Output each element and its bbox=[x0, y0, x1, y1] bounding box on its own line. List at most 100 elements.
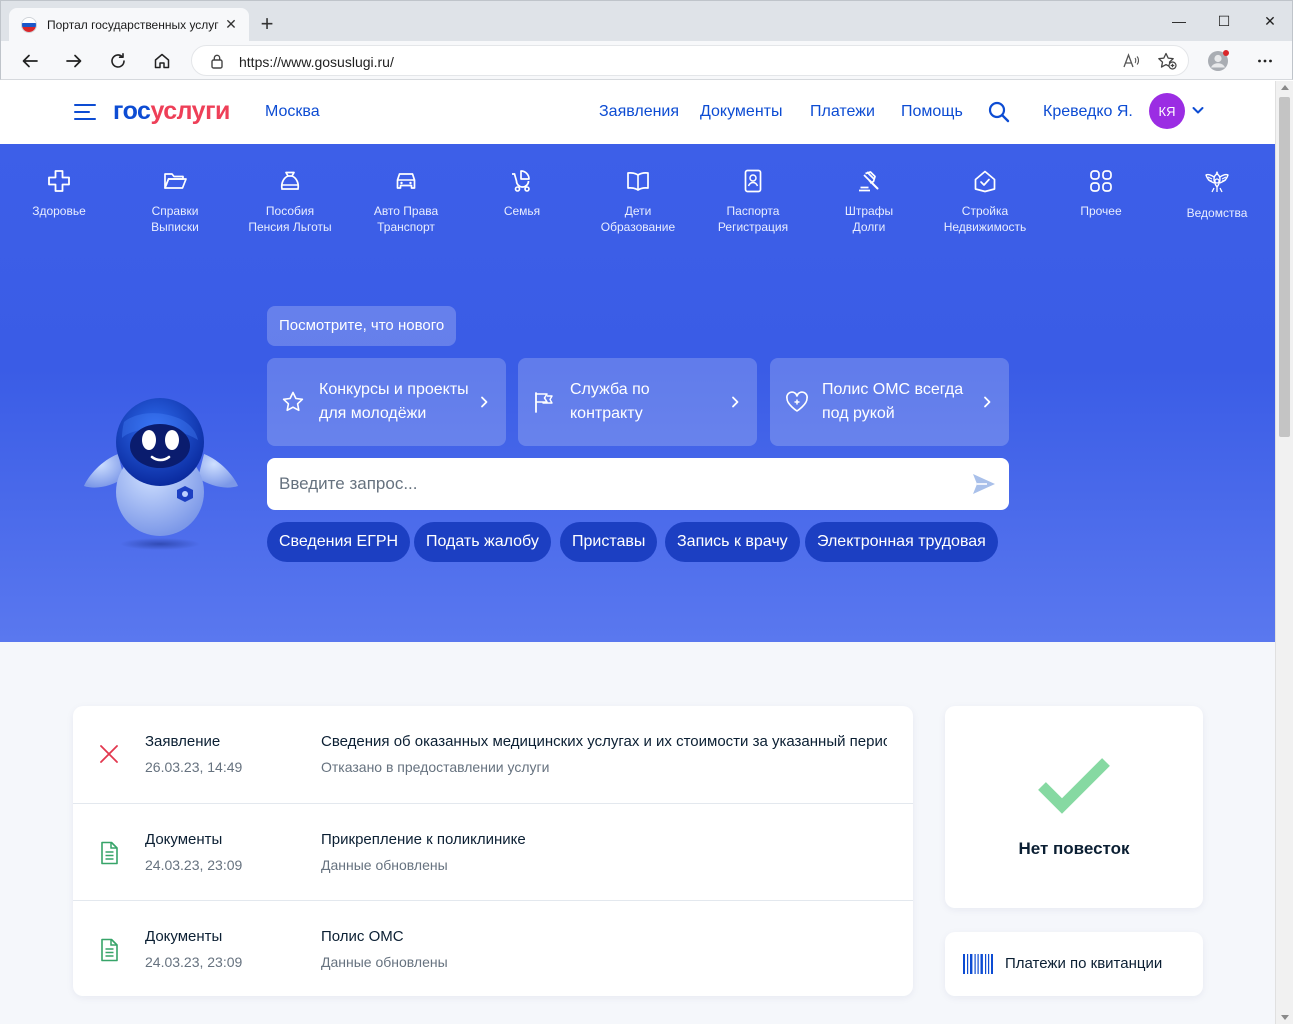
category-fines[interactable]: Штрафы Долги bbox=[811, 168, 927, 235]
document-icon bbox=[101, 938, 118, 962]
nav-documents[interactable]: Документы bbox=[700, 103, 782, 121]
category-certificates[interactable]: Справки Выписки bbox=[117, 168, 233, 235]
book-icon bbox=[627, 171, 649, 191]
url-text[interactable]: https://www.gosuslugi.ru/ bbox=[239, 54, 394, 70]
chevron-down-icon[interactable] bbox=[1191, 103, 1205, 117]
maximize-button[interactable]: ☐ bbox=[1213, 10, 1235, 32]
category-family[interactable]: Семья bbox=[464, 168, 580, 219]
feed-row-type: Документы bbox=[145, 928, 223, 945]
feed-row[interactable]: Документы 24.03.23, 23:09 Прикрепление к… bbox=[73, 803, 913, 900]
browser-tab-strip: Портал государственных услуг Российской … bbox=[0, 0, 1293, 42]
promo-oms-policy[interactable]: Полис ОМС всегда под рукой bbox=[770, 358, 1009, 446]
hero-section: Здоровье Справки Выписки Пособия Пенсия … bbox=[0, 144, 1275, 642]
feed-row-date: 26.03.23, 14:49 bbox=[145, 759, 243, 775]
scroll-down-arrow-icon[interactable] bbox=[1281, 1015, 1289, 1020]
folder-icon bbox=[164, 173, 187, 189]
summons-status-text: Нет повесток bbox=[1018, 839, 1130, 858]
site-header: госуслуги Москва Заявления Документы Пла… bbox=[0, 81, 1275, 144]
quick-chip-electronic-workbook[interactable]: Электронная трудовая bbox=[805, 522, 998, 562]
promo-text: Служба по контракту bbox=[570, 381, 650, 422]
promo-youth-contests[interactable]: Конкурсы и проекты для молодёжи bbox=[267, 358, 506, 446]
nav-applications[interactable]: Заявления bbox=[599, 103, 679, 121]
forward-button[interactable] bbox=[62, 49, 86, 73]
quick-chip-egrn[interactable]: Сведения ЕГРН bbox=[267, 522, 411, 562]
feed-row-status: Данные обновлены bbox=[321, 857, 448, 873]
feed-row[interactable]: Документы 24.03.23, 23:09 Полис ОМС Данн… bbox=[73, 900, 913, 997]
read-aloud-icon[interactable] bbox=[1122, 52, 1140, 70]
house-check-icon bbox=[974, 170, 996, 193]
browser-menu-button[interactable] bbox=[1253, 49, 1277, 73]
robot-assistant-illustration[interactable] bbox=[80, 394, 242, 554]
category-real-estate[interactable]: Стройка Недвижимость bbox=[927, 168, 1043, 235]
back-arrow-icon bbox=[22, 54, 38, 68]
back-button[interactable] bbox=[18, 49, 42, 73]
favorites-star-icon[interactable] bbox=[1157, 52, 1177, 70]
star-icon bbox=[282, 391, 304, 412]
receipt-payment-card[interactable]: Платежи по квитанции bbox=[945, 932, 1203, 996]
minimize-button[interactable]: — bbox=[1168, 10, 1190, 32]
chevron-right-icon bbox=[481, 396, 488, 408]
feed-row-status: Отказано в предоставлении услуги bbox=[321, 759, 550, 775]
rejected-x-icon bbox=[100, 745, 118, 763]
feed-row[interactable]: Заявление 26.03.23, 14:49 Сведения об ок… bbox=[73, 706, 913, 803]
quick-chip-bailiffs[interactable]: Приставы bbox=[560, 522, 658, 562]
promo-text: Полис ОМС всегда под рукой bbox=[822, 381, 964, 422]
scroll-up-arrow-icon[interactable] bbox=[1281, 85, 1289, 90]
recent-events-feed: Заявление 26.03.23, 14:49 Сведения об ок… bbox=[73, 706, 913, 996]
browser-tab-active[interactable]: Портал государственных услуг Российской … bbox=[9, 8, 249, 42]
category-auto[interactable]: Авто Права Транспорт bbox=[348, 168, 464, 235]
gosuslugi-logo[interactable]: госуслуги bbox=[113, 97, 230, 126]
summons-card[interactable]: Нет повесток bbox=[945, 706, 1203, 908]
green-checkmark-icon bbox=[1038, 758, 1110, 814]
forward-arrow-icon bbox=[66, 54, 82, 68]
reload-button[interactable] bbox=[106, 49, 130, 73]
profile-button[interactable] bbox=[1206, 49, 1230, 73]
nav-help[interactable]: Помощь bbox=[901, 103, 963, 121]
barcode-icon bbox=[963, 954, 993, 974]
search-input[interactable] bbox=[279, 472, 959, 496]
home-button[interactable] bbox=[150, 49, 174, 73]
user-name[interactable]: Креведко Я. bbox=[1043, 103, 1133, 121]
browser-toolbar: https://www.gosuslugi.ru/ bbox=[0, 41, 1293, 80]
category-children-education[interactable]: Дети Образование bbox=[580, 168, 696, 235]
search-icon[interactable] bbox=[987, 100, 1011, 124]
plus-cross-icon bbox=[48, 170, 70, 192]
category-passports[interactable]: Паспорта Регистрация bbox=[695, 168, 811, 235]
feed-row-status: Данные обновлены bbox=[321, 954, 448, 970]
scrollbar-thumb[interactable] bbox=[1279, 97, 1290, 437]
close-window-button[interactable]: ✕ bbox=[1259, 10, 1281, 32]
user-avatar[interactable]: КЯ bbox=[1149, 93, 1185, 129]
category-benefits[interactable]: Пособия Пенсия Льготы bbox=[232, 168, 348, 235]
quick-chip-doctor-appointment[interactable]: Запись к врачу bbox=[665, 522, 800, 562]
feed-row-date: 24.03.23, 23:09 bbox=[145, 954, 243, 970]
more-dots-icon bbox=[1258, 59, 1272, 63]
tab-close-icon[interactable]: ✕ bbox=[223, 16, 239, 32]
page-scrollbar[interactable] bbox=[1275, 81, 1293, 1024]
chevron-right-icon bbox=[984, 396, 991, 408]
feed-row-title: Прикрепление к поликлинике bbox=[321, 831, 526, 848]
home-icon bbox=[154, 53, 170, 69]
hamburger-menu-icon[interactable] bbox=[74, 104, 96, 121]
car-icon bbox=[396, 173, 416, 189]
grid-icon bbox=[1090, 170, 1112, 192]
nav-payments[interactable]: Платежи bbox=[810, 103, 875, 121]
tab-title: Портал государственных услуг Российской … bbox=[47, 18, 219, 32]
new-tab-button[interactable]: + bbox=[257, 13, 277, 35]
dashboard-section: Заявление 26.03.23, 14:49 Сведения об ок… bbox=[0, 642, 1275, 1024]
city-selector[interactable]: Москва bbox=[265, 103, 320, 121]
passport-icon bbox=[744, 169, 762, 193]
promo-contract-service[interactable]: Служба по контракту bbox=[518, 358, 757, 446]
category-other[interactable]: Прочее bbox=[1043, 168, 1159, 219]
lock-icon[interactable] bbox=[210, 53, 224, 69]
category-health[interactable]: Здоровье bbox=[1, 168, 117, 219]
send-arrow-icon[interactable] bbox=[971, 472, 997, 496]
gavel-icon bbox=[859, 171, 879, 192]
feed-row-type: Заявление bbox=[145, 733, 221, 750]
whats-new-button[interactable]: Посмотрите, что нового bbox=[267, 306, 457, 346]
category-agencies[interactable]: Ведомства bbox=[1159, 168, 1275, 221]
quick-chip-complaint[interactable]: Подать жалобу bbox=[414, 522, 551, 562]
address-bar[interactable]: https://www.gosuslugi.ru/ bbox=[191, 45, 1189, 76]
feed-row-title: Сведения об оказанных медицинских услуга… bbox=[321, 733, 887, 750]
search-box[interactable] bbox=[267, 458, 1009, 510]
chevron-right-icon bbox=[732, 396, 739, 408]
